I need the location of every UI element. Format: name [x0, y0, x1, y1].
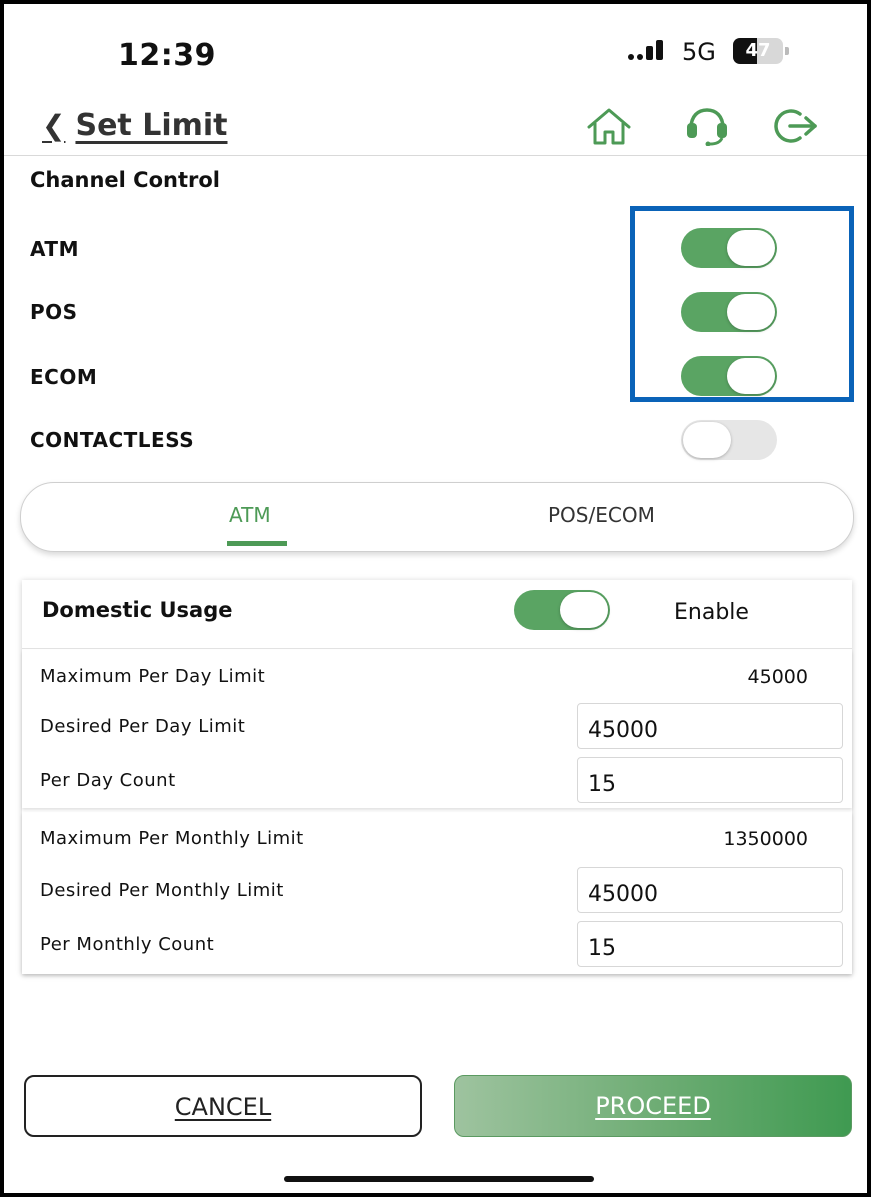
max-day-limit-value: 45000	[747, 666, 808, 688]
tab-atm[interactable]: ATM	[229, 503, 271, 527]
daily-limit-block: Maximum Per Day Limit 45000 Desired Per …	[22, 650, 852, 808]
desired-monthly-limit-input[interactable]: 45000	[577, 867, 843, 913]
battery-icon: 47	[733, 38, 789, 64]
channel-control-title: Channel Control	[30, 168, 220, 192]
chevron-left-icon: ❮	[42, 109, 66, 142]
contactless-toggle[interactable]	[681, 420, 777, 460]
channel-label-atm: ATM	[30, 237, 79, 261]
status-time: 12:39	[118, 38, 216, 73]
page-title: Set Limit	[75, 108, 228, 143]
logout-icon[interactable]	[772, 106, 818, 146]
header-divider	[4, 155, 867, 156]
per-day-count-label: Per Day Count	[40, 770, 176, 791]
headset-icon[interactable]	[684, 106, 730, 146]
proceed-button[interactable]: PROCEED	[454, 1075, 852, 1137]
channel-label-ecom: ECOM	[30, 365, 98, 389]
desired-day-limit-label: Desired Per Day Limit	[40, 716, 246, 737]
monthly-limit-block: Maximum Per Monthly Limit 1350000 Desire…	[22, 812, 852, 974]
domestic-usage-toggle[interactable]	[514, 590, 610, 630]
back-button[interactable]: ❮ Set Limit	[42, 108, 228, 143]
per-monthly-count-label: Per Monthly Count	[40, 934, 215, 955]
per-day-count-input[interactable]: 15	[577, 757, 843, 803]
signal-icon	[628, 38, 664, 62]
max-monthly-limit-value: 1350000	[723, 828, 808, 850]
domestic-usage-header: Domestic Usage Enable	[22, 580, 852, 649]
channel-label-contactless: CONTACTLESS	[30, 428, 195, 452]
limit-tabs: ATM POS/ECOM	[20, 482, 854, 552]
max-day-limit-label: Maximum Per Day Limit	[40, 666, 266, 687]
toggle-highlight-box	[630, 206, 854, 402]
home-icon[interactable]	[586, 106, 632, 146]
cancel-button[interactable]: CANCEL	[24, 1075, 422, 1137]
desired-day-limit-input[interactable]: 45000	[577, 703, 843, 749]
network-type: 5G	[682, 38, 716, 66]
per-monthly-count-input[interactable]: 15	[577, 921, 843, 967]
tab-active-indicator	[227, 541, 287, 546]
max-monthly-limit-label: Maximum Per Monthly Limit	[40, 828, 304, 849]
battery-level: 47	[745, 40, 771, 61]
home-indicator	[284, 1176, 594, 1182]
desired-monthly-limit-label: Desired Per Monthly Limit	[40, 880, 284, 901]
tab-pos-ecom[interactable]: POS/ECOM	[548, 503, 655, 527]
domestic-usage-title: Domestic Usage	[42, 598, 233, 622]
channel-label-pos: POS	[30, 300, 78, 324]
domestic-usage-card: Domestic Usage Enable Maximum Per Day Li…	[22, 580, 852, 974]
enable-label: Enable	[674, 600, 749, 625]
